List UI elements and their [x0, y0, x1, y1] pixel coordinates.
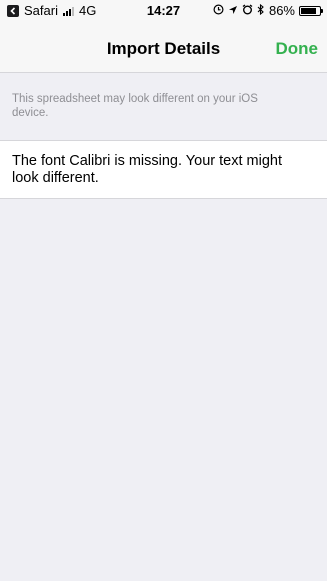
battery-percent: 86% [268, 3, 295, 18]
battery-fill [301, 7, 316, 14]
back-arrow-icon[interactable] [7, 4, 19, 17]
back-app-label[interactable]: Safari [24, 3, 58, 18]
navigation-bar: Import Details Done [0, 26, 327, 70]
top-bar: Safari 4G 14:27 86% Import Details Done [0, 0, 327, 73]
status-left: Safari 4G [7, 3, 96, 18]
notice-text: This spreadsheet may look different on y… [12, 93, 258, 119]
network-label: 4G [78, 3, 97, 18]
bluetooth-icon [257, 3, 265, 18]
location-lock-icon [213, 3, 224, 18]
location-icon [228, 3, 238, 18]
import-details-screen: Safari 4G 14:27 86% Import Details Done … [0, 0, 327, 581]
status-right: 86% [213, 3, 323, 18]
alarm-icon [242, 3, 253, 18]
signal-icon [62, 6, 74, 16]
status-bar: Safari 4G 14:27 86% [0, 0, 327, 22]
warning-message: The font Calibri is missing. Your text m… [12, 153, 282, 186]
done-button[interactable]: Done [276, 39, 319, 59]
list-item: The font Calibri is missing. Your text m… [0, 140, 327, 199]
battery-icon [299, 5, 323, 16]
